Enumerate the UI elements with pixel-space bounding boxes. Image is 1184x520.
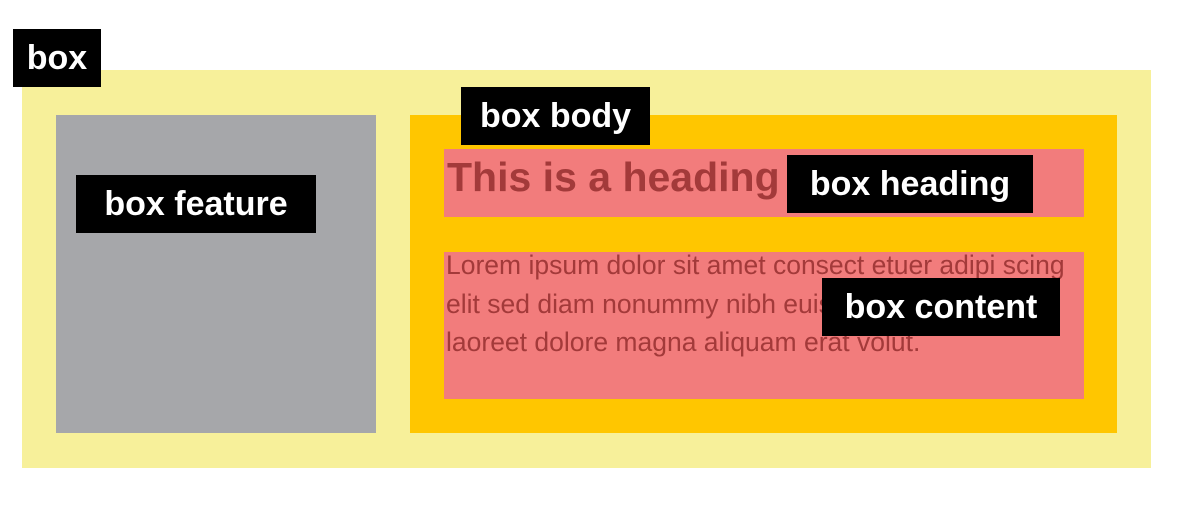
box-heading-label: box heading [787, 155, 1033, 213]
box-feature-region [56, 115, 376, 433]
box-content-label: box content [822, 278, 1060, 336]
heading-text: This is a heading [447, 154, 780, 200]
box-body-label: box body [461, 87, 650, 145]
box-feature-label: box feature [76, 175, 316, 233]
box-label: box [13, 29, 101, 87]
